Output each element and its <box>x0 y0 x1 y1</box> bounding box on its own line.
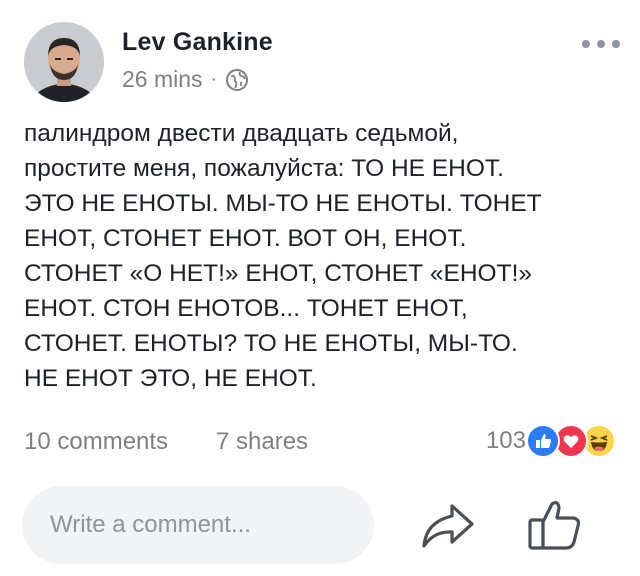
like-icon <box>526 424 560 458</box>
comment-input[interactable] <box>22 486 374 564</box>
more-dot <box>582 40 590 48</box>
reactions-summary[interactable]: 103 <box>486 424 616 458</box>
post-text-line: ЭТО НЕ ЕНОТЫ. МЫ-ТО НЕ ЕНОТЫ. ТОНЕТ <box>24 190 542 217</box>
author-name[interactable]: Lev Gankine <box>122 28 273 57</box>
post-text-line: простите меня, пожалуйста: ТО НЕ ЕНОТ. <box>24 155 504 182</box>
post-text-line: палиндром двести двадцать седьмой, <box>24 120 459 147</box>
post-text: палиндром двести двадцать седьмой, прост… <box>24 116 620 396</box>
globe-icon[interactable] <box>225 68 249 92</box>
comments-count[interactable]: 10 comments <box>24 428 168 456</box>
post-text-line: ЕНОТ, СТОНЕТ ЕНОТ. ВОТ ОН, ЕНОТ. <box>24 225 467 252</box>
post-header: Lev Gankine 26 mins · <box>24 22 620 104</box>
share-arrow-icon[interactable] <box>418 496 476 554</box>
thumbs-up-icon[interactable] <box>524 494 584 554</box>
more-options-icon[interactable] <box>582 38 620 50</box>
post-meta: 26 mins · <box>122 66 249 93</box>
reactions-count: 103 <box>485 427 526 454</box>
more-dot <box>612 40 620 48</box>
avatar[interactable] <box>24 22 104 102</box>
post-text-line: СТОНЕТ «О НЕТ!» ЕНОТ, СТОНЕТ «ЕНОТ!» <box>24 260 533 287</box>
more-dot <box>597 40 605 48</box>
post-text-line: СТОНЕТ. ЕНОТЫ? ТО НЕ ЕНОТЫ, МЫ-ТО. <box>24 330 518 357</box>
meta-separator: · <box>210 68 218 90</box>
engagement-bar: 10 comments 7 shares 103 <box>24 424 620 462</box>
post-text-line: ЕНОТ. СТОН ЕНОТОВ... ТОНЕТ ЕНОТ, <box>24 295 468 322</box>
post-text-line: НЕ ЕНОТ ЭТО, НЕ ЕНОТ. <box>24 365 317 392</box>
avatar-image <box>24 22 104 102</box>
post-timestamp[interactable]: 26 mins <box>122 66 203 93</box>
shares-count[interactable]: 7 shares <box>216 428 308 456</box>
